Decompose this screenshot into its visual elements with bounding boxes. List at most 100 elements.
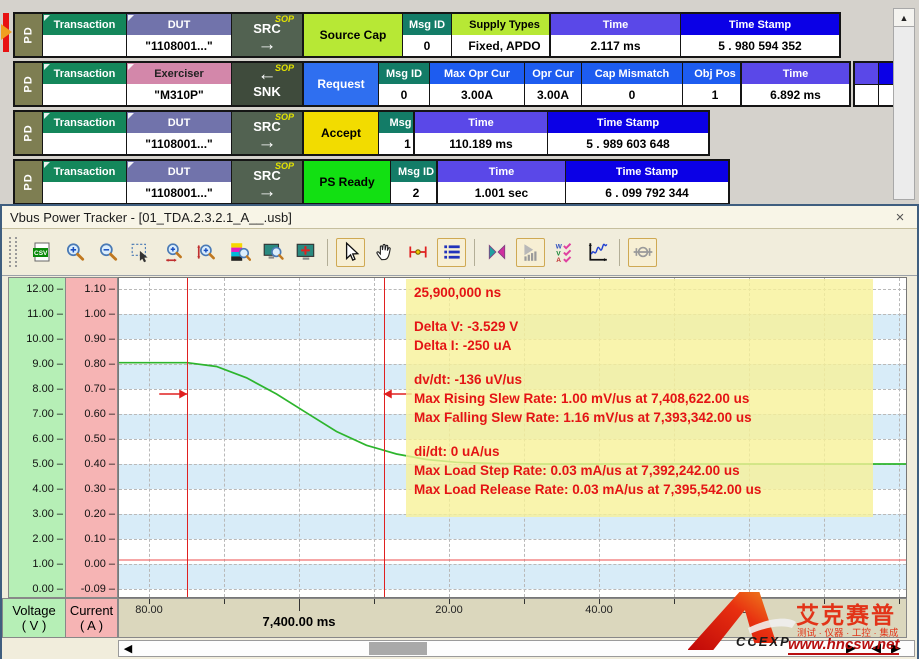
time-group[interactable]: Time2.117 ms Time Stamp5 . 980 594 352 xyxy=(549,12,841,58)
party-col[interactable]: Exerciser "M310P" xyxy=(126,63,231,105)
axis-tick-label: 6.00 – xyxy=(32,433,62,445)
party-value: "1108001..." xyxy=(127,35,231,56)
transaction-col[interactable]: Transaction 2 xyxy=(42,112,126,154)
zoom-in-x-button[interactable] xyxy=(160,239,187,266)
window-titlebar[interactable]: Vbus Power Tracker - [01_TDA.2.3.2.1_A__… xyxy=(2,206,917,229)
direction-cell[interactable]: SOP SRC → xyxy=(231,112,302,154)
zoom-region-icon xyxy=(130,241,152,263)
fit-screen-icon xyxy=(295,241,317,263)
annotation-line: Max Rising Slew Rate: 1.00 mV/us at 7,40… xyxy=(414,389,869,408)
select-cursor-button[interactable] xyxy=(336,238,365,267)
party-col[interactable]: DUT "1108001..." xyxy=(126,161,231,203)
sop-label: SOP xyxy=(275,63,294,73)
chart-plot-area[interactable]: 25,900,000 nsDelta V: -3.529 VDelta I: -… xyxy=(118,277,907,598)
svg-text:A: A xyxy=(556,257,561,263)
message-type-cell[interactable]: PS Ready xyxy=(304,161,390,203)
zoom-in-x-icon xyxy=(163,241,185,263)
message-type-cell[interactable]: Source Cap xyxy=(304,14,402,56)
report-button[interactable] xyxy=(516,238,545,267)
message-group[interactable]: PS Ready Msg ID2 xyxy=(302,159,443,205)
time-header: Time xyxy=(551,14,680,35)
direction-arrow-icon: → xyxy=(258,138,277,148)
message-type-cell[interactable]: Accept xyxy=(304,112,378,154)
direction-cell[interactable]: SOP ← SNK xyxy=(231,63,302,105)
message-group[interactable]: Source Cap Msg ID0 Supply TypesFixed, AP… xyxy=(302,12,559,58)
time-value: 1.001 sec xyxy=(438,182,565,203)
top-pane-scrollbar[interactable]: ▲ xyxy=(893,8,915,200)
message-group[interactable]: Request Msg ID0 Max Opr Cur3.00A Opr Cur… xyxy=(302,61,749,107)
time-value: 6.892 ms xyxy=(742,84,849,105)
transaction-id-group[interactable]: PD Transaction 0 DUT "1108001..." SOP SR… xyxy=(13,12,304,58)
eye-diagram-icon xyxy=(632,241,654,263)
transaction-col[interactable]: Transaction 3 xyxy=(42,161,126,203)
zoom-in-button[interactable] xyxy=(61,239,88,266)
transaction-col[interactable]: Transaction 1 xyxy=(42,63,126,105)
zoom-out-button[interactable] xyxy=(94,239,121,266)
transaction-col[interactable]: Transaction 0 xyxy=(42,14,126,56)
fit-screen-button[interactable] xyxy=(292,239,319,266)
party-col[interactable]: DUT "1108001..." xyxy=(126,14,231,56)
x-axis-reference-label: 7,400.00 ms xyxy=(262,614,335,629)
timestamp-value: 5 . 989 603 648 xyxy=(548,133,708,154)
message-type-cell[interactable]: Request xyxy=(304,63,378,105)
field-header: Msg ID xyxy=(379,63,429,84)
time-group[interactable]: Time1.001 sec Time Stamp6 . 099 792 344 xyxy=(436,159,730,205)
field-header: Obj Pos xyxy=(683,63,747,84)
direction-cell[interactable]: SOP SRC → xyxy=(231,161,302,203)
slew-chart-button[interactable] xyxy=(584,239,611,266)
eye-diagram-button[interactable] xyxy=(628,238,657,267)
voltage-label: Voltage xyxy=(12,603,55,618)
chart-toolbar: CSV xyxy=(2,229,917,276)
legend-list-button[interactable] xyxy=(437,238,466,267)
zoom-region-button[interactable] xyxy=(127,239,154,266)
page-left-button[interactable]: ◀ xyxy=(871,640,881,656)
time-value: 110.189 ms xyxy=(415,133,547,154)
field-value: 2 xyxy=(391,182,441,203)
scroll-right-icon: ▶ xyxy=(846,640,856,655)
transaction-id-group[interactable]: PD Transaction 2 DUT "1108001..." SOP SR… xyxy=(13,110,304,156)
zoom-screen-icon xyxy=(262,241,284,263)
toolbar-drag-handle[interactable] xyxy=(9,237,17,267)
direction-cell[interactable]: SOP SRC → xyxy=(231,14,302,56)
sop-label: SOP xyxy=(275,161,294,171)
zoom-in-y-button[interactable] xyxy=(193,239,220,266)
transaction-id-group[interactable]: PD Transaction 3 DUT "1108001..." SOP SR… xyxy=(13,159,304,205)
time-group[interactable]: Time6.892 ms xyxy=(740,61,851,107)
transaction-header: Transaction xyxy=(54,166,116,178)
lane-label: PD xyxy=(23,26,35,43)
chart-horizontal-scrollbar[interactable]: ◀ ▶ ◀ ▶ xyxy=(118,640,915,657)
compare-button[interactable] xyxy=(483,239,510,266)
party-col[interactable]: DUT "1108001..." xyxy=(126,112,231,154)
measure-cursors-icon xyxy=(407,241,429,263)
zoom-out-icon xyxy=(97,241,119,263)
page-right-button[interactable]: ▶ xyxy=(891,640,901,656)
sort-triangle-icon xyxy=(128,113,134,119)
pan-hand-button[interactable] xyxy=(371,239,398,266)
x-tick xyxy=(224,599,225,604)
zoom-screen-button[interactable] xyxy=(259,239,286,266)
axis-tick-label: 0.00 – xyxy=(84,558,114,570)
scrollbar-thumb[interactable] xyxy=(369,642,427,655)
timestamp-header: Time Stamp xyxy=(548,112,708,133)
lane-cell: PD xyxy=(15,63,42,105)
time-header: Time xyxy=(742,63,849,84)
annotation-line: Delta V: -3.529 V xyxy=(414,317,869,336)
toolbar-separator xyxy=(474,239,475,266)
party-header: DUT xyxy=(168,19,191,31)
export-csv-button[interactable]: CSV xyxy=(28,239,55,266)
measurement-cursor[interactable] xyxy=(384,278,385,597)
scroll-up-button[interactable]: ▲ xyxy=(894,9,914,27)
scroll-left-icon: ◀ xyxy=(124,642,132,655)
transaction-id-group[interactable]: PD Transaction 1 Exerciser "M310P" SOP ←… xyxy=(13,61,304,107)
zoom-color-button[interactable] xyxy=(226,239,253,266)
measurement-cursor[interactable] xyxy=(187,278,188,597)
measure-cursors-button[interactable] xyxy=(404,239,431,266)
time-group[interactable]: Time110.189 ms Time Stamp5 . 989 603 648 xyxy=(413,110,710,156)
scroll-left-button[interactable]: ◀ xyxy=(120,641,136,656)
export-csv-icon: CSV xyxy=(31,241,53,263)
verify-checks-button[interactable]: WVA xyxy=(551,239,578,266)
close-icon[interactable]: × xyxy=(891,209,909,226)
cursor-arrow-icon xyxy=(159,390,187,399)
scroll-right-button[interactable]: ▶ xyxy=(846,640,856,656)
axis-tick-label: 2.00 – xyxy=(32,533,62,545)
